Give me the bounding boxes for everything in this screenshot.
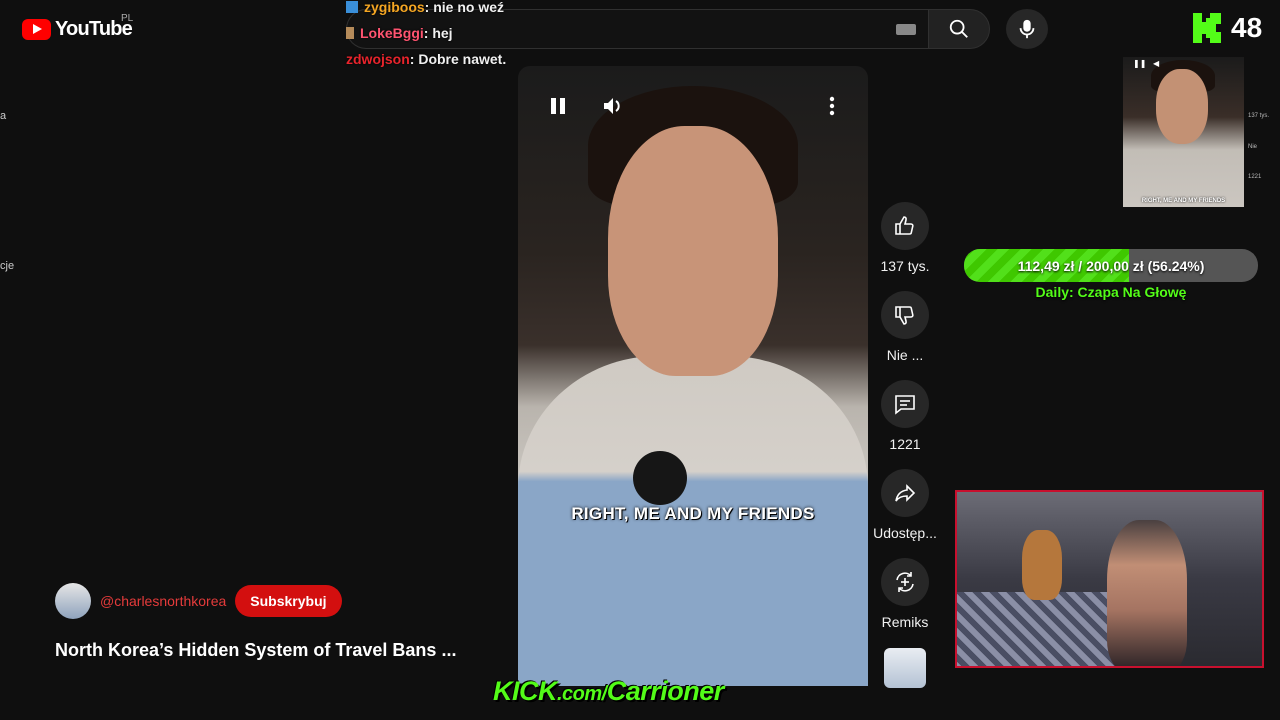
avatar[interactable] [55, 583, 91, 619]
thumbs-down-icon [895, 306, 914, 325]
banner-kick: KICK [493, 676, 558, 706]
chat-badge-icon [346, 27, 354, 39]
webcam-streamer [1107, 520, 1187, 666]
keyboard-icon[interactable] [896, 24, 916, 35]
chat-username: LokeBggi [360, 25, 424, 41]
thumbs-up-icon [895, 216, 914, 235]
chat-username: zygiboos [364, 0, 425, 15]
goal-text: 112,49 zł / 200,00 zł (56.24%) [1017, 257, 1205, 274]
video-caption: RIGHT, ME AND MY FRIENDS [571, 504, 815, 523]
pause-icon [551, 98, 565, 114]
microphone-icon [1019, 19, 1035, 39]
channel-handle[interactable]: @charlesnorthkorea [100, 593, 226, 609]
youtube-logo[interactable]: YouTube PL [22, 13, 133, 41]
remix-label: Remiks [881, 614, 929, 630]
video-title[interactable]: North Korea’s Hidden System of Travel Ba… [55, 640, 456, 661]
chat-username: zdwojson [346, 51, 410, 67]
like-count: 137 tys. [880, 258, 930, 274]
remix-icon [896, 572, 914, 592]
voice-search-button[interactable] [1006, 9, 1048, 49]
chat-text: : hej [423, 25, 453, 41]
chat-overlay: zygiboos: nie no weź LokeBggi: hej zdwoj… [346, 0, 506, 72]
share-label: Udostęp... [873, 525, 937, 541]
chat-message: zdwojson: Dobre nawet. [346, 46, 506, 72]
mini-volume-icon: ◀ [1153, 59, 1160, 68]
kick-logo-icon [1193, 13, 1221, 43]
mini-dislike-label: Nie [1248, 144, 1258, 150]
viewer-count: 48 [1231, 12, 1263, 43]
mini-pause-icon: ❚❚ [1133, 59, 1147, 68]
video-frame-face [608, 126, 778, 376]
chat-badge-icon [346, 1, 358, 13]
search-icon [949, 19, 968, 38]
share-button[interactable]: Udostęp... [873, 469, 937, 541]
comment-icon [895, 395, 915, 415]
webcam-overlay [955, 490, 1264, 668]
kick-channel-banner: KICK.com/Carrioner [493, 676, 724, 707]
shorts-video-player[interactable]: RIGHT, ME AND MY FRIENDS [518, 66, 868, 686]
video-frame-microphone [633, 451, 687, 505]
subscribe-button[interactable]: Subskrybuj [235, 585, 342, 617]
preview-frame-face [1156, 69, 1208, 144]
sidebar-fragment[interactable]: cje [0, 260, 14, 272]
like-button[interactable]: 137 tys. [873, 202, 937, 274]
mini-like-count: 137 tys. [1248, 113, 1270, 119]
share-icon [895, 484, 916, 502]
stream-preview-mini: ❚❚ ◀ RIGHT, ME AND MY FRIENDS [1123, 57, 1244, 207]
chat-message: zygiboos: nie no weź [346, 0, 506, 20]
dislike-button[interactable]: Nie ... [873, 291, 937, 363]
chat-text: : Dobre nawet. [409, 51, 507, 67]
more-options-button[interactable] [822, 94, 842, 118]
comments-count: 1221 [889, 436, 921, 452]
mini-comments-count: 1221 [1248, 174, 1262, 180]
webcam-figurine [1022, 530, 1062, 600]
banner-channel: Carrioner [606, 676, 725, 706]
region-code: PL [121, 13, 134, 24]
comments-button[interactable]: 1221 [873, 380, 937, 452]
sidebar-fragment[interactable]: a [0, 110, 6, 122]
mini-caption: RIGHT, ME AND MY FRIENDS [1141, 198, 1226, 204]
chat-text: : nie no weź [424, 0, 505, 15]
more-vertical-icon [829, 96, 835, 116]
search-button[interactable] [928, 9, 990, 49]
channel-avatar-thumbnail[interactable] [884, 648, 926, 688]
pause-button[interactable] [546, 94, 570, 118]
youtube-play-icon [22, 19, 51, 40]
volume-icon [604, 98, 620, 114]
dislike-label: Nie ... [886, 347, 924, 363]
donation-goal-bar: 112,49 zł / 200,00 zł (56.24%) [964, 249, 1258, 282]
goal-subtitle: Daily: Czapa Na Głowę [1035, 284, 1187, 300]
banner-domain: .com/ [557, 683, 607, 705]
kick-viewer-counter: 48 [1193, 12, 1262, 44]
chat-message: LokeBggi: hej [346, 20, 506, 46]
volume-button[interactable] [600, 94, 624, 118]
channel-info: @charlesnorthkorea Subskrybuj [55, 583, 342, 619]
remix-button[interactable]: Remiks [873, 558, 937, 630]
